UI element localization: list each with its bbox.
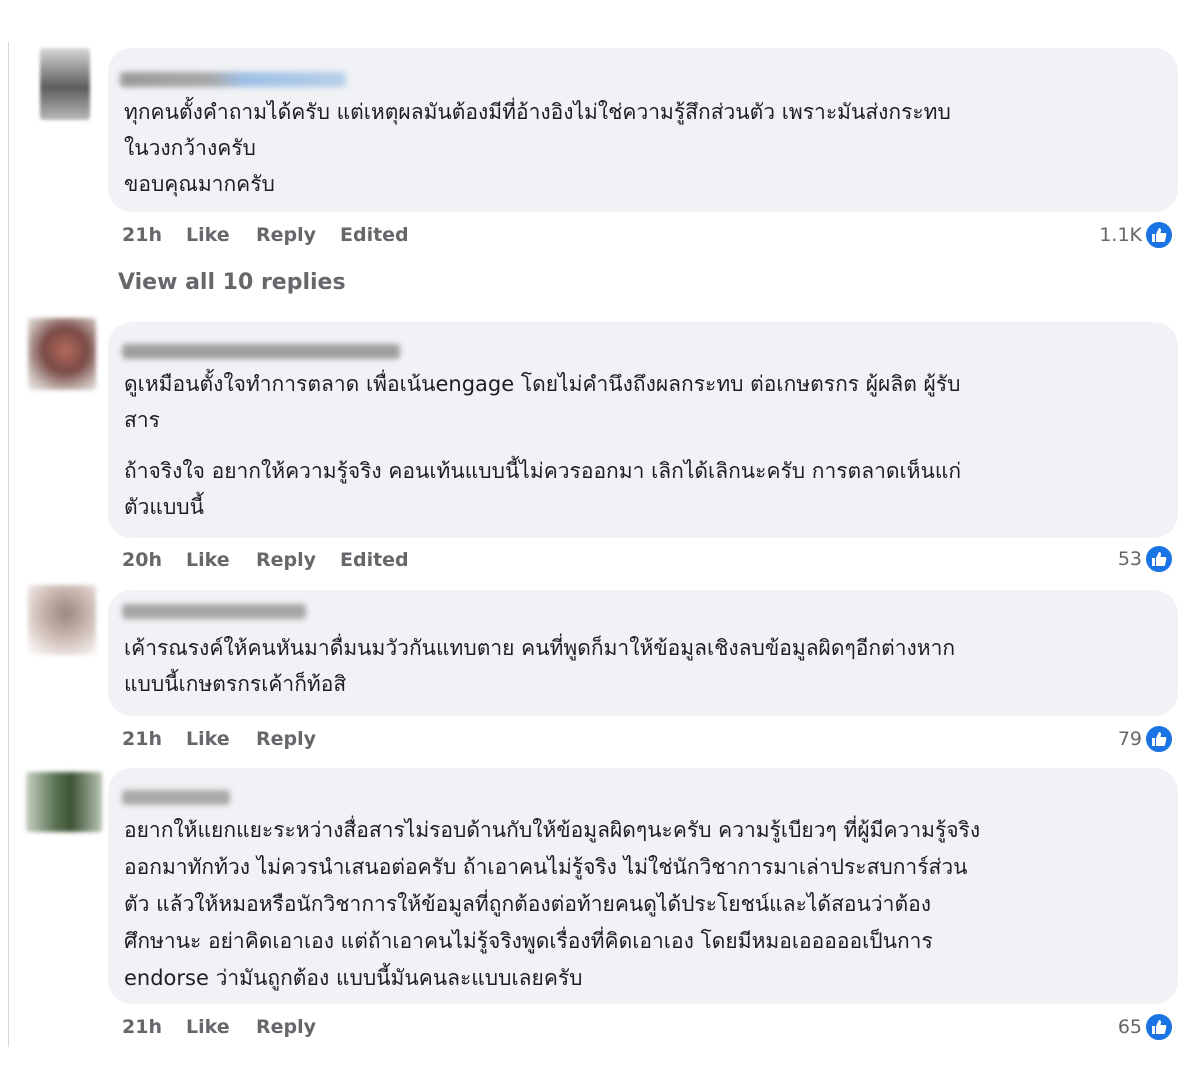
comment-text: ดูเหมือนตั้งใจทำการตลาด เพื่อเน้นengage … [124, 372, 961, 432]
avatar[interactable] [26, 772, 102, 832]
comment-text: อยากให้แยกแยะระหว่างสื่อสารไม่รอบด้านกับ… [124, 818, 981, 990]
like-button[interactable]: Like [186, 224, 256, 246]
comment-text: เค้ารณรงค์ให้คนหันมาดื่มนมวัวกันแทบตาย ค… [124, 636, 956, 696]
timestamp[interactable]: 21h [122, 728, 186, 750]
edited-label: Edited [340, 549, 409, 571]
comment-bubble: ดูเหมือนตั้งใจทำการตลาด เพื่อเน้นengage … [108, 322, 1178, 538]
comment-bubble: อยากให้แยกแยะระหว่างสื่อสารไม่รอบด้านกับ… [108, 768, 1178, 1004]
avatar[interactable] [40, 48, 90, 120]
reaction-count-value: 79 [1117, 728, 1142, 750]
like-thumb-icon [1144, 220, 1174, 250]
timestamp[interactable]: 20h [122, 549, 186, 571]
avatar[interactable] [28, 318, 96, 390]
author-name-blurred[interactable] [122, 604, 306, 619]
like-thumb-icon [1144, 1012, 1174, 1042]
comment-actions: 21h Like Reply Edited [122, 224, 409, 246]
like-button[interactable]: Like [186, 549, 256, 571]
comment-text-paragraph: ถ้าจริงใจ อยากให้ความรู้จริง คอนเท้นแบบน… [124, 459, 962, 519]
edited-label: Edited [340, 224, 409, 246]
comment-actions: 20h Like Reply Edited [122, 549, 409, 571]
reaction-count-value: 1.1K [1099, 224, 1142, 246]
reaction-count-value: 65 [1117, 1016, 1142, 1038]
like-button[interactable]: Like [186, 1016, 256, 1038]
timestamp[interactable]: 21h [122, 224, 186, 246]
comment-bubble: เค้ารณรงค์ให้คนหันมาดื่มนมวัวกันแทบตาย ค… [108, 590, 1178, 716]
like-button[interactable]: Like [186, 728, 256, 750]
reaction-count[interactable]: 1.1K [1099, 220, 1174, 250]
comment-text: ทุกคนตั้งคำถามได้ครับ แต่เหตุผลมันต้องมี… [124, 100, 951, 196]
timestamp[interactable]: 21h [122, 1016, 186, 1038]
reply-button[interactable]: Reply [256, 1016, 340, 1038]
reply-button[interactable]: Reply [256, 549, 340, 571]
reply-button[interactable]: Reply [256, 728, 340, 750]
reaction-count-value: 53 [1117, 548, 1142, 570]
comment-actions: 21h Like Reply [122, 728, 340, 750]
comment-bubble: ทุกคนตั้งคำถามได้ครับ แต่เหตุผลมันต้องมี… [108, 48, 1178, 212]
view-replies-link[interactable]: View all 10 replies [118, 270, 346, 294]
thread-line [8, 42, 9, 1047]
reaction-count[interactable]: 79 [1118, 724, 1174, 754]
like-thumb-icon [1144, 724, 1174, 754]
comment-actions: 21h Like Reply [122, 1016, 340, 1038]
reaction-count[interactable]: 65 [1118, 1012, 1174, 1042]
author-name-blurred[interactable] [122, 344, 400, 359]
avatar[interactable] [28, 585, 96, 655]
author-name-blurred[interactable] [122, 790, 230, 805]
author-name-blurred[interactable] [120, 72, 346, 87]
like-thumb-icon [1144, 544, 1174, 574]
reaction-count[interactable]: 53 [1118, 544, 1174, 574]
reply-button[interactable]: Reply [256, 224, 340, 246]
